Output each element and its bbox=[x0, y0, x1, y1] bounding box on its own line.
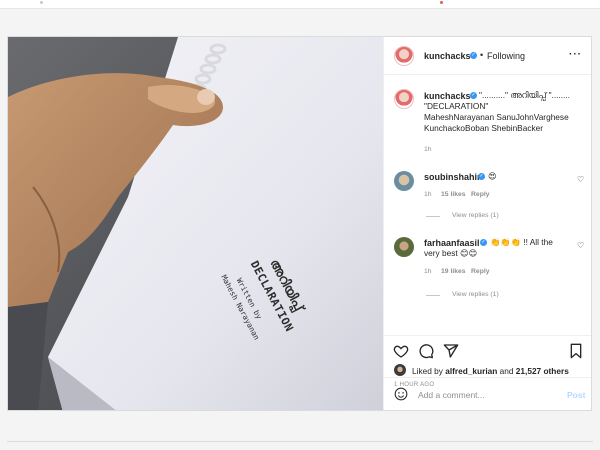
caption-age: 1h bbox=[424, 146, 432, 153]
commenter-username[interactable]: farhaanfaasil bbox=[424, 238, 480, 248]
caption-line-2: "DECLARATION" bbox=[424, 101, 489, 111]
verified-badge-icon: ✓ bbox=[478, 173, 485, 180]
strip-dot bbox=[40, 1, 43, 4]
comment-likes[interactable]: 19 likes bbox=[441, 268, 466, 275]
verified-badge-icon: ✓ bbox=[470, 92, 477, 99]
save-bookmark-icon[interactable] bbox=[568, 343, 584, 359]
add-comment-bar: Add a comment... Post bbox=[384, 377, 591, 410]
heart-icon[interactable]: ♡ bbox=[577, 241, 584, 250]
reply-button[interactable]: Reply bbox=[471, 268, 490, 275]
more-options-icon[interactable]: ··· bbox=[569, 49, 582, 60]
share-icon[interactable] bbox=[443, 343, 459, 359]
comment-text: 😍 bbox=[488, 171, 497, 181]
caption-line-4: KunchackoBoban ShebinBacker bbox=[424, 123, 544, 133]
post-comment-button[interactable]: Post bbox=[567, 390, 585, 400]
post-sidebar: kunchacks ✓ • Following ··· kunchacks ✓ … bbox=[383, 37, 591, 410]
caption-line-1: ".........." അറിയിപ്പ് "........ bbox=[479, 90, 570, 100]
caption-username[interactable]: kunchacks bbox=[424, 91, 471, 101]
comment-icon[interactable] bbox=[418, 343, 434, 359]
strip-dot bbox=[440, 1, 443, 4]
comment-text-line-1: 👏👏👏 !! All the bbox=[490, 237, 553, 247]
instagram-post: അറിയിപ്പ് DECLARATION Written by Mahesh … bbox=[7, 36, 592, 411]
commenter-avatar[interactable] bbox=[394, 171, 414, 191]
likes-summary[interactable]: Liked by alfred_kurian and 21,527 others bbox=[412, 366, 569, 376]
view-replies-button[interactable]: View replies (1) bbox=[452, 212, 499, 219]
comment-age: 1h bbox=[424, 268, 432, 275]
view-replies-button[interactable]: View replies (1) bbox=[452, 291, 499, 298]
comment-likes[interactable]: 15 likes bbox=[441, 191, 466, 198]
commenter-avatar[interactable] bbox=[394, 237, 414, 257]
script-photo: അറിയിപ്പ് DECLARATION Written by Mahesh … bbox=[8, 37, 383, 410]
view-replies-line bbox=[426, 295, 440, 296]
post-header: kunchacks ✓ • Following ··· bbox=[384, 37, 591, 75]
add-comment-input[interactable]: Add a comment... bbox=[418, 390, 485, 400]
liker-avatar[interactable] bbox=[394, 364, 406, 376]
following-button[interactable]: Following bbox=[487, 51, 525, 61]
view-replies-line bbox=[426, 216, 440, 217]
separator-dot: • bbox=[480, 50, 484, 60]
browser-top-strip bbox=[0, 0, 600, 9]
caption-avatar[interactable] bbox=[394, 89, 414, 109]
author-username[interactable]: kunchacks bbox=[424, 51, 471, 61]
comment-text-line-2: very best 😊😊 bbox=[424, 248, 478, 258]
emoji-icon[interactable] bbox=[394, 387, 408, 401]
caption-line-3: MaheshNarayanan SanuJohnVarghese bbox=[424, 112, 569, 122]
comment-age: 1h bbox=[424, 191, 432, 198]
author-avatar[interactable] bbox=[394, 46, 414, 66]
verified-badge-icon: ✓ bbox=[470, 52, 477, 59]
like-heart-icon[interactable] bbox=[393, 343, 409, 359]
commenter-username[interactable]: soubinshahir bbox=[424, 172, 481, 182]
heart-icon[interactable]: ♡ bbox=[577, 175, 584, 184]
reply-button[interactable]: Reply bbox=[471, 191, 490, 198]
page-divider bbox=[7, 441, 593, 442]
verified-badge-icon: ✓ bbox=[480, 239, 487, 246]
post-image[interactable]: അറിയിപ്പ് DECLARATION Written by Mahesh … bbox=[8, 37, 383, 410]
